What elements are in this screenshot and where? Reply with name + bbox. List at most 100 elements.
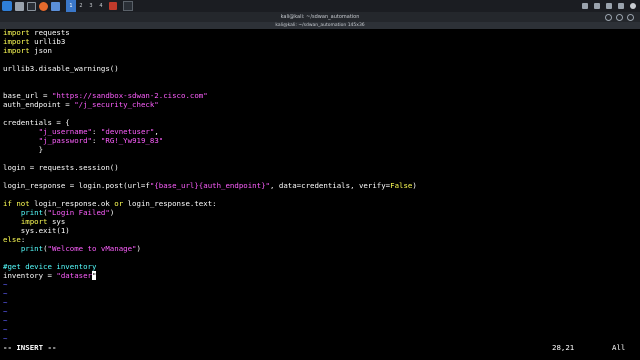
code-token: } (3, 145, 44, 154)
code-line[interactable]: credentials = { (0, 118, 640, 127)
code-token: import (3, 46, 30, 55)
code-line[interactable]: login = requests.session() (0, 163, 640, 172)
code-token: if not (3, 199, 30, 208)
code-token: credentials = { (3, 118, 70, 127)
code-line[interactable] (0, 82, 640, 91)
code-line[interactable]: ~ (0, 325, 640, 334)
cursor-position: 28,21 (552, 343, 575, 352)
code-token: import (20, 217, 48, 226)
code-line[interactable]: print("Login Failed") (0, 208, 640, 217)
code-token: print (20, 244, 44, 253)
code-line[interactable] (0, 253, 640, 262)
lock-icon[interactable] (618, 3, 624, 9)
code-line[interactable]: print("Welcome to vManage") (0, 244, 640, 253)
code-line[interactable]: ~ (0, 298, 640, 307)
minimize-icon[interactable] (605, 14, 612, 21)
code-line[interactable]: import requests (0, 28, 640, 37)
text-cursor: " (92, 271, 97, 280)
file-manager-icon[interactable] (15, 1, 24, 11)
code-token: login_response.text: (123, 199, 217, 208)
code-line[interactable] (0, 55, 640, 64)
empty-line-marker: ~ (3, 289, 8, 298)
code-token: else (3, 235, 21, 244)
code-token: False (390, 181, 413, 190)
taskbar-app-icon[interactable] (109, 2, 117, 10)
panel-launchers: 1 2 3 4 (0, 0, 136, 12)
code-token: base_url = (3, 91, 52, 100)
code-line[interactable]: import urllib3 (0, 37, 640, 46)
code-token: or (114, 199, 124, 208)
maximize-icon[interactable] (616, 14, 623, 21)
top-panel: 1 2 3 4 (0, 0, 640, 12)
app-launcher-icon[interactable] (51, 1, 60, 11)
code-token: sys.exit(1) (3, 226, 70, 235)
code-line[interactable]: ~ (0, 334, 640, 343)
terminal-icon[interactable] (27, 1, 36, 11)
power-icon[interactable] (630, 3, 636, 9)
code-line[interactable]: else: (0, 235, 640, 244)
code-token: ) (136, 244, 141, 253)
empty-line-marker: ~ (3, 298, 8, 307)
code-line[interactable]: auth_endpoint = "/j_security_check" (0, 100, 640, 109)
window-titlebar[interactable]: kali@kali: ~/sdwan_automation (0, 12, 640, 22)
code-token: "Welcome to vManage" (47, 244, 137, 253)
code-token: "/j_security_check" (74, 100, 159, 109)
code-line[interactable]: #get device inventory (0, 262, 640, 271)
taskbar-terminal-icon[interactable] (123, 1, 133, 11)
code-line[interactable]: inventory = "dataser" (0, 271, 640, 280)
code-token: : (20, 235, 26, 244)
workspace-3[interactable]: 3 (86, 0, 96, 12)
code-token: "{base_url}{auth_endpoint}" (149, 181, 270, 190)
code-token: "RG!_Yw919_83" (100, 136, 164, 145)
empty-line-marker: ~ (3, 334, 8, 343)
code-line[interactable]: login_response = login.post(url=f"{base_… (0, 181, 640, 190)
code-token: urllib3.disable_warnings() (3, 64, 119, 73)
code-line[interactable] (0, 154, 640, 163)
code-line[interactable]: sys.exit(1) (0, 226, 640, 235)
code-token: , (154, 127, 159, 136)
code-line[interactable] (0, 73, 640, 82)
code-line[interactable]: ~ (0, 307, 640, 316)
code-line[interactable] (0, 190, 640, 199)
code-line[interactable]: ~ (0, 316, 640, 325)
code-token: ) (412, 181, 417, 190)
code-line[interactable]: base_url = "https://sandbox-sdwan-2.cisc… (0, 91, 640, 100)
code-line[interactable]: urllib3.disable_warnings() (0, 64, 640, 73)
code-line[interactable] (0, 172, 640, 181)
kali-menu-icon[interactable] (2, 1, 12, 11)
volume-icon[interactable] (594, 3, 600, 9)
network-icon[interactable] (582, 3, 588, 9)
workspace-1[interactable]: 1 (66, 0, 76, 12)
code-token: login = requests.session() (3, 163, 119, 172)
workspace-2[interactable]: 2 (76, 0, 86, 12)
code-line[interactable]: ~ (0, 280, 640, 289)
code-token: "https://sandbox-sdwan-2.cisco.com" (51, 91, 208, 100)
code-token: sys (47, 217, 66, 226)
code-line[interactable]: import sys (0, 217, 640, 226)
code-line[interactable]: if not login_response.ok or login_respon… (0, 199, 640, 208)
code-line[interactable]: } (0, 145, 640, 154)
workspace-4[interactable]: 4 (96, 0, 106, 12)
vim-editor[interactable]: import requests import urllib3 import json… (0, 28, 640, 343)
firefox-icon[interactable] (39, 1, 48, 11)
code-token: ) (109, 208, 115, 217)
code-line[interactable]: "j_username": "devnetuser", (0, 127, 640, 136)
close-icon[interactable] (627, 14, 634, 21)
code-line[interactable]: "j_password": "RG!_Yw919_83" (0, 136, 640, 145)
code-token: auth_endpoint = (3, 100, 75, 109)
empty-line-marker: ~ (3, 316, 8, 325)
code-token: requests (29, 28, 70, 37)
code-line[interactable] (0, 109, 640, 118)
code-token: import (3, 37, 30, 46)
code-line[interactable]: ~ (0, 289, 640, 298)
code-token: , data=credentials, verify= (269, 181, 391, 190)
code-line[interactable]: import json (0, 46, 640, 55)
empty-line-marker: ~ (3, 280, 8, 289)
code-token: login_response.ok (29, 199, 115, 208)
notification-icon[interactable] (606, 3, 612, 9)
